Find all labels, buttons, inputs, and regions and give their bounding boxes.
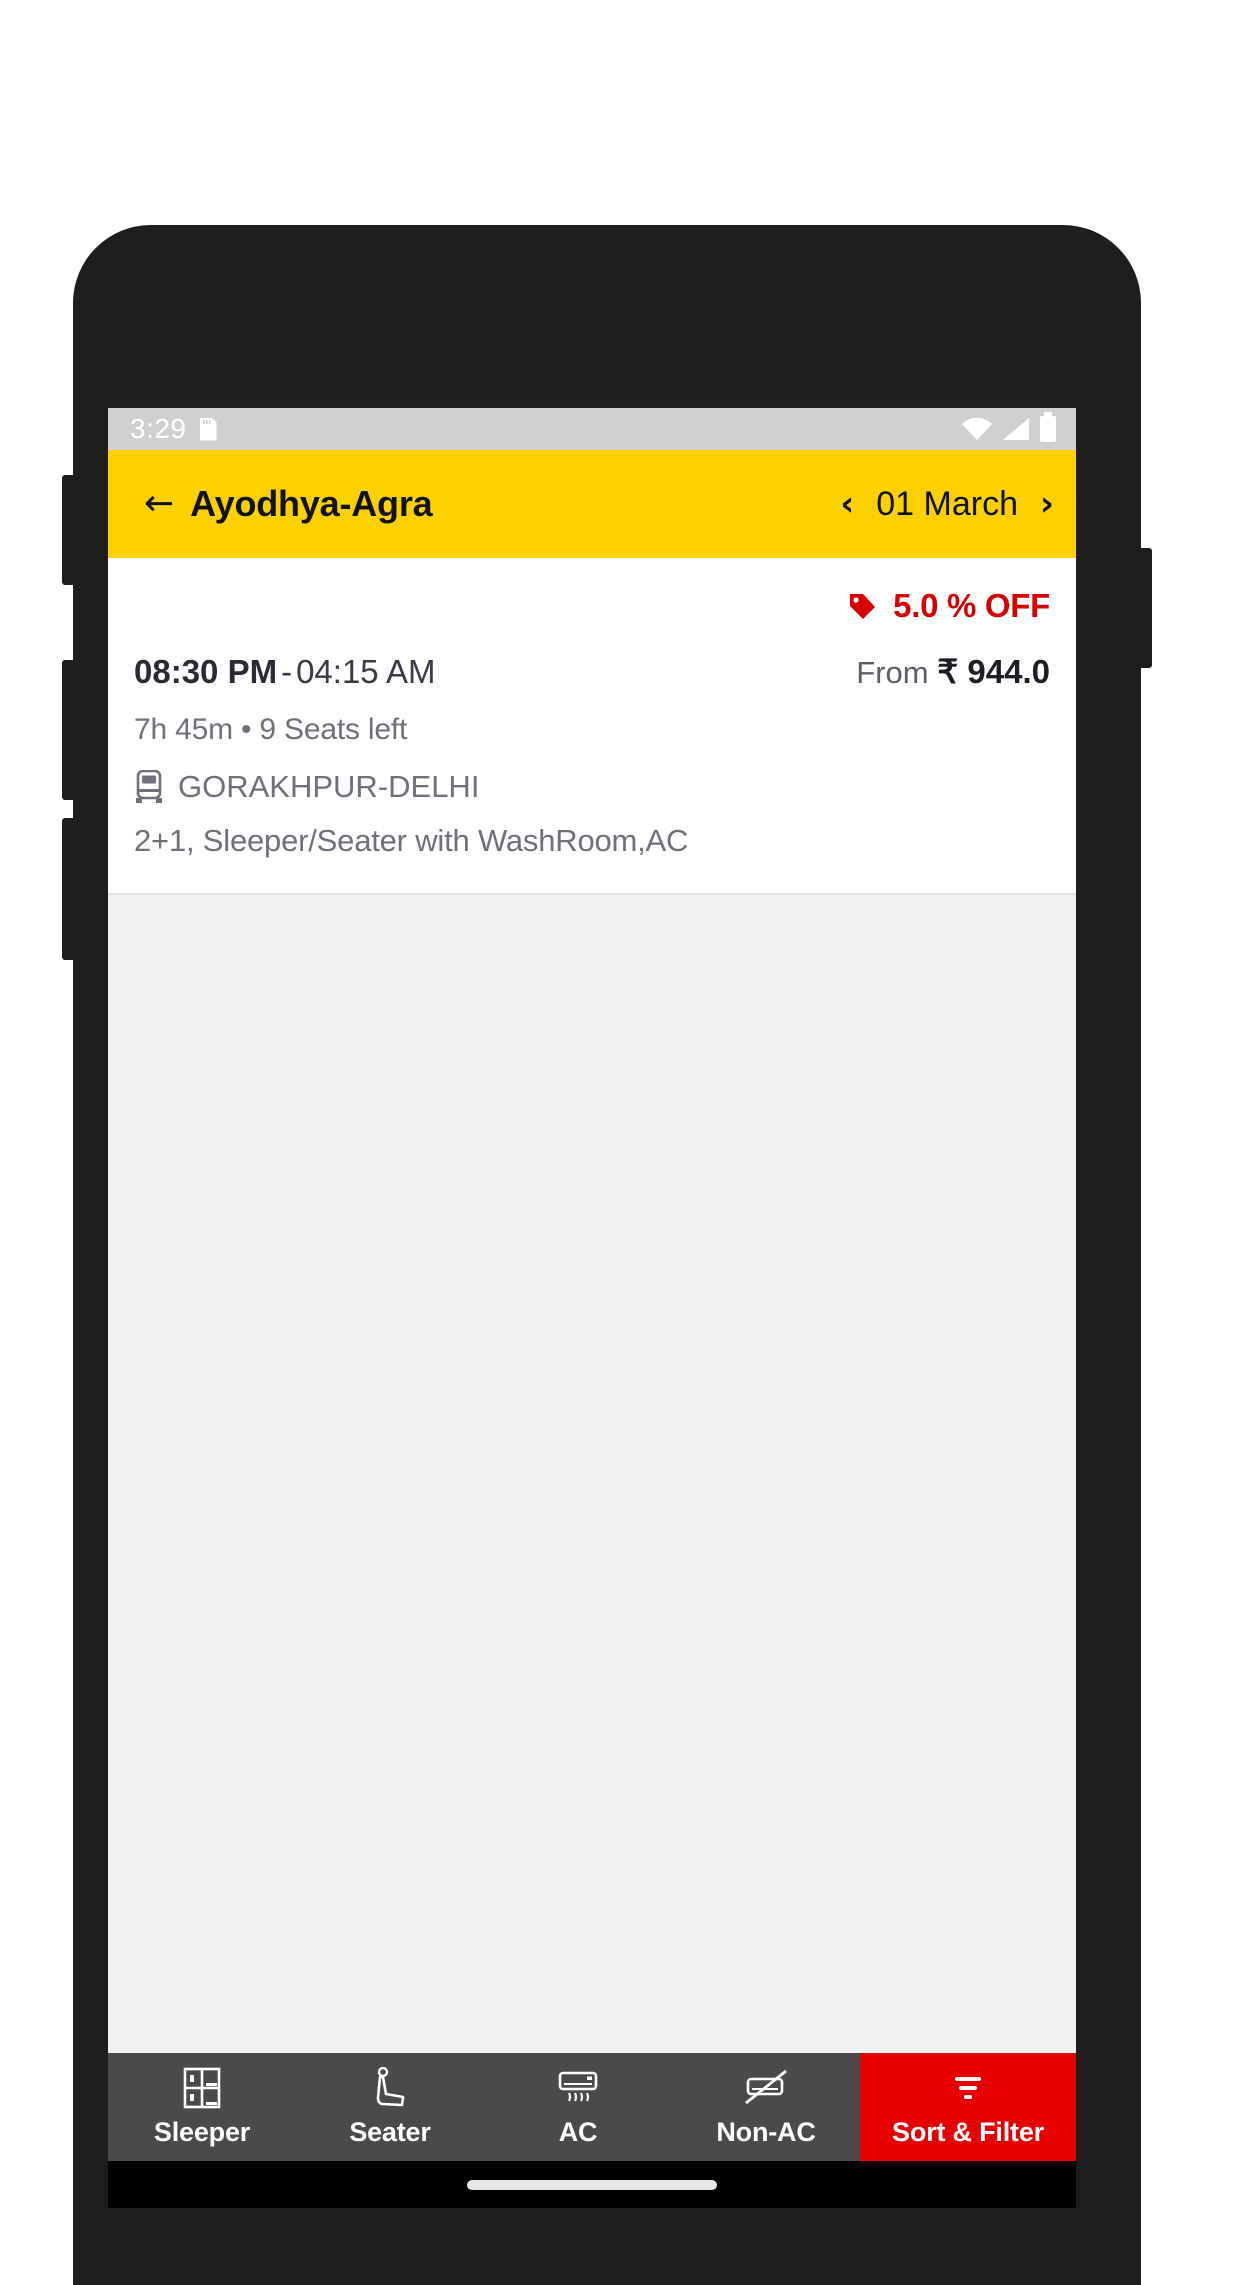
operator-row: GORAKHPUR-DELHI [134, 769, 1050, 805]
wifi-icon [962, 418, 992, 440]
filter-ac-button[interactable]: AC [484, 2053, 672, 2161]
discount-label: 5.0 % OFF [893, 587, 1050, 624]
departure-time: 08:30 PM [134, 653, 278, 690]
status-bar-left: 3:29 [130, 413, 217, 445]
battery-icon [1040, 412, 1056, 442]
filter-label: Seater [349, 2116, 431, 2147]
app-bar: ← Ayodhya-Agra ‹ 01 March › [108, 450, 1076, 558]
arrival-time: 04:15 AM [296, 653, 436, 690]
signal-icon [1003, 418, 1029, 440]
status-bar: 3:29 [108, 408, 1076, 450]
filter-seater-button[interactable]: Seater [296, 2053, 484, 2161]
device-button-volume-up[interactable] [62, 660, 78, 800]
selected-date-label[interactable]: 01 March [876, 485, 1018, 524]
phone-screen: 3:29 ← Ayodhya-Agra ‹ 01 March › 5.0 % O… [108, 408, 1076, 2208]
chevron-left-icon[interactable]: ‹ [840, 487, 854, 521]
tag-icon [847, 591, 877, 621]
filter-non-ac-button[interactable]: Non-AC [672, 2053, 860, 2161]
filter-label: Non-AC [716, 2116, 816, 2147]
bottom-filter-bar: Sleeper Seater AC Non-AC Sort & Filter [108, 2053, 1076, 2161]
bus-results-list: 5.0 % OFF 08:30 PM - 04:15 AM From ₹ 944… [108, 558, 1076, 2053]
duration-and-seats: 7h 45m • 9 Seats left [134, 713, 408, 746]
seat-icon [370, 2066, 410, 2109]
operator-name: GORAKHPUR-DELHI [178, 769, 480, 804]
filter-label: Sort & Filter [892, 2116, 1044, 2147]
schedule-row: 08:30 PM - 04:15 AM From ₹ 944.0 [134, 652, 1050, 691]
sort-and-filter-button[interactable]: Sort & Filter [860, 2053, 1076, 2161]
page-title: Ayodhya-Agra [190, 483, 433, 524]
price-amount: ₹ 944.0 [937, 653, 1050, 690]
price-block: From ₹ 944.0 [856, 652, 1050, 691]
sleeper-berth-icon [182, 2067, 222, 2109]
offer-badge: 5.0 % OFF [134, 584, 1050, 628]
air-conditioner-icon [556, 2067, 600, 2109]
filter-label: Sleeper [153, 2116, 251, 2147]
time-separator: - [281, 653, 293, 690]
home-indicator[interactable] [467, 2179, 717, 2190]
device-button-volume-down[interactable] [62, 818, 78, 960]
date-selector: ‹ 01 March › [840, 485, 1054, 524]
back-arrow-icon[interactable]: ← [144, 486, 174, 522]
filter-label: AC [558, 2116, 598, 2147]
bus-type-description: 2+1, Sleeper/Seater with WashRoom,AC [134, 823, 689, 858]
home-indicator-area [108, 2161, 1076, 2208]
price-prefix: From [856, 655, 929, 690]
status-bar-right [962, 412, 1056, 442]
filter-icon [948, 2067, 988, 2109]
device-button-power[interactable] [1136, 548, 1152, 668]
air-conditioner-crossed-icon [744, 2067, 788, 2109]
device-button-left-top[interactable] [62, 475, 78, 585]
bus-result-card[interactable]: 5.0 % OFF 08:30 PM - 04:15 AM From ₹ 944… [108, 558, 1076, 895]
bus-icon [134, 769, 164, 804]
sd-card-icon [199, 417, 217, 441]
chevron-right-icon[interactable]: › [1040, 487, 1054, 521]
filter-sleeper-button[interactable]: Sleeper [108, 2053, 296, 2161]
status-bar-clock: 3:29 [130, 413, 187, 444]
